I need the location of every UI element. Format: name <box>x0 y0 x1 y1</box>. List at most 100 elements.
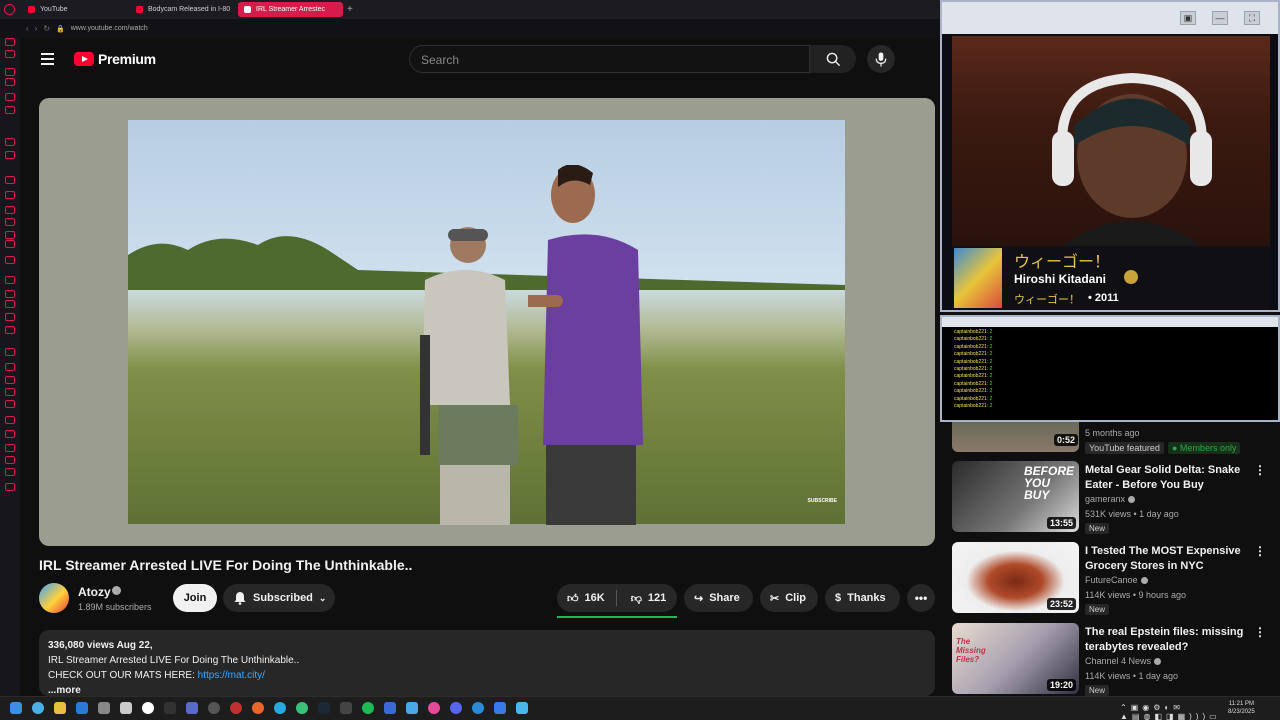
thumbs-down-icon[interactable]: 👎︎ <box>631 592 642 605</box>
sidebar-app-icon[interactable] <box>5 416 15 424</box>
keyboard-icon[interactable] <box>120 702 132 714</box>
sidebar-app-icon[interactable] <box>5 400 15 408</box>
search-input[interactable]: Search <box>409 45 810 73</box>
app-icon[interactable] <box>142 702 154 714</box>
video-thumbnail[interactable]: 23:52 <box>952 542 1079 613</box>
sidebar-app-icon[interactable] <box>5 176 15 184</box>
new-tab-button[interactable]: + <box>347 4 353 15</box>
speaker-muted-icon[interactable] <box>244 6 251 13</box>
video-player[interactable]: SUBSCRIBE <box>39 98 935 546</box>
fullscreen-window-icon[interactable]: ⛶ <box>1244 11 1260 25</box>
sidebar-app-icon[interactable] <box>5 138 15 146</box>
sidebar-app-icon[interactable] <box>5 300 15 308</box>
video-description[interactable]: 336,080 views Aug 22, IRL Streamer Arres… <box>39 630 935 696</box>
minimize-window-icon[interactable]: — <box>1212 11 1228 25</box>
join-button[interactable]: Join <box>173 584 217 612</box>
steam-icon[interactable] <box>318 702 330 714</box>
app-icon[interactable] <box>164 702 176 714</box>
sidebar-app-icon[interactable] <box>5 93 15 101</box>
video-title[interactable]: Metal Gear Solid Delta: Snake Eater - Be… <box>1085 463 1250 493</box>
sidebar-app-icon[interactable] <box>5 206 15 214</box>
app-icon[interactable] <box>208 702 220 714</box>
restore-window-icon[interactable]: ▣ <box>1180 11 1196 25</box>
app-icon[interactable] <box>384 702 396 714</box>
clock[interactable]: 11:21 PM 8/23/2025 <box>1228 700 1255 716</box>
tab-youtube[interactable]: YouTube <box>22 2 127 17</box>
window-titlebar[interactable]: ▣ — ⛶ <box>942 2 1278 34</box>
sidebar-app-icon[interactable] <box>5 313 15 321</box>
discord-icon[interactable] <box>450 702 462 714</box>
sidebar-app-icon[interactable] <box>5 78 15 86</box>
channel-name[interactable]: Atozy <box>78 585 111 599</box>
sidebar-app-icon[interactable] <box>5 483 15 491</box>
app-icon[interactable] <box>472 702 484 714</box>
video-thumbnail[interactable]: The Missing Files? 19:20 <box>952 623 1079 694</box>
sidebar-app-icon[interactable] <box>5 468 15 476</box>
channel-name[interactable]: gameranx <box>1085 494 1136 504</box>
window-titlebar[interactable] <box>942 317 1278 327</box>
youtube-logo[interactable]: Premium <box>74 51 156 67</box>
sidebar-app-icon[interactable] <box>5 50 15 58</box>
back-forward-reload-icons[interactable]: ‹›↻ <box>26 24 56 33</box>
sidebar-app-icon[interactable] <box>5 38 15 46</box>
app-icon[interactable] <box>494 702 506 714</box>
recommendation-item[interactable]: The Missing Files? 19:20 The real Epstei… <box>952 623 1272 696</box>
video-thumbnail[interactable]: BEFORE YOU BUY 13:55 <box>952 461 1079 532</box>
sidebar-app-icon[interactable] <box>5 326 15 334</box>
recommendation-item[interactable]: 23:52 I Tested The MOST Expensive Grocer… <box>952 542 1272 618</box>
file-explorer-icon[interactable] <box>54 702 66 714</box>
more-options-icon[interactable]: ⋮ <box>1254 625 1266 639</box>
more-actions-button[interactable]: ••• <box>907 584 935 612</box>
more-options-icon[interactable]: ⋮ <box>1254 544 1266 558</box>
sidebar-app-icon[interactable] <box>5 68 15 76</box>
video-title[interactable]: I Tested The MOST Expensive Grocery Stor… <box>1085 544 1250 574</box>
dislike-count[interactable]: 121 <box>648 592 666 604</box>
copilot-icon[interactable] <box>32 702 44 714</box>
like-count[interactable]: 16K <box>585 592 605 604</box>
app-icon[interactable] <box>296 702 308 714</box>
browser-menu-icon[interactable] <box>4 4 15 15</box>
app-icon[interactable] <box>340 702 352 714</box>
tab-bodycam[interactable]: Bodycam Released in I-80 <box>130 2 235 17</box>
search-button[interactable] <box>810 45 856 73</box>
channel-name[interactable]: FutureCanoe <box>1085 575 1148 585</box>
sidebar-app-icon[interactable] <box>5 240 15 248</box>
app-icon[interactable] <box>516 702 528 714</box>
sidebar-app-icon[interactable] <box>5 388 15 396</box>
sidebar-app-icon[interactable] <box>5 290 15 298</box>
app-icon[interactable] <box>230 702 242 714</box>
hamburger-menu-icon[interactable] <box>41 53 54 65</box>
sidebar-app-icon[interactable] <box>5 151 15 159</box>
edge-icon[interactable] <box>274 702 286 714</box>
app-icon[interactable] <box>186 702 198 714</box>
subscribed-button[interactable]: Subscribed ⌄ <box>223 584 335 612</box>
sidebar-app-icon[interactable] <box>5 456 15 464</box>
thumbs-up-icon[interactable]: 👍︎ <box>567 592 579 605</box>
outlook-icon[interactable] <box>76 702 88 714</box>
mat-city-link[interactable]: https://mat.city/ <box>198 670 265 681</box>
voice-search-button[interactable] <box>867 45 895 73</box>
clip-button[interactable]: ✂ Clip <box>760 584 818 612</box>
app-icon[interactable] <box>98 702 110 714</box>
thanks-button[interactable]: $ Thanks <box>825 584 900 612</box>
sidebar-app-icon[interactable] <box>5 430 15 438</box>
sidebar-app-icon[interactable] <box>5 191 15 199</box>
sidebar-app-icon[interactable] <box>5 376 15 384</box>
sidebar-app-icon[interactable] <box>5 444 15 452</box>
recommendation-item[interactable]: BEFORE YOU BUY 13:55 Metal Gear Solid De… <box>952 461 1272 537</box>
system-tray-icons[interactable]: ⌃▣◉⚙◐✉▲▤◍◧◨▦)))▭ <box>1120 703 1280 720</box>
share-button[interactable]: ↪ Share <box>684 584 753 612</box>
channel-name[interactable]: Channel 4 News <box>1085 656 1162 666</box>
url-text[interactable]: www.youtube.com/watch <box>71 25 148 32</box>
sidebar-app-icon[interactable] <box>5 106 15 114</box>
sidebar-app-icon[interactable] <box>5 231 15 239</box>
sidebar-app-icon[interactable] <box>5 363 15 371</box>
windows-start-icon[interactable] <box>10 702 22 714</box>
app-icon[interactable] <box>428 702 440 714</box>
sidebar-app-icon[interactable] <box>5 256 15 264</box>
sidebar-app-icon[interactable] <box>5 276 15 284</box>
sidebar-app-icon[interactable] <box>5 218 15 226</box>
tab-irl-streamer[interactable]: IRL Streamer Arrestec <box>238 2 343 17</box>
address-bar[interactable]: ‹›↻ 🔒 www.youtube.com/watch <box>0 19 940 38</box>
channel-avatar[interactable] <box>39 583 69 613</box>
